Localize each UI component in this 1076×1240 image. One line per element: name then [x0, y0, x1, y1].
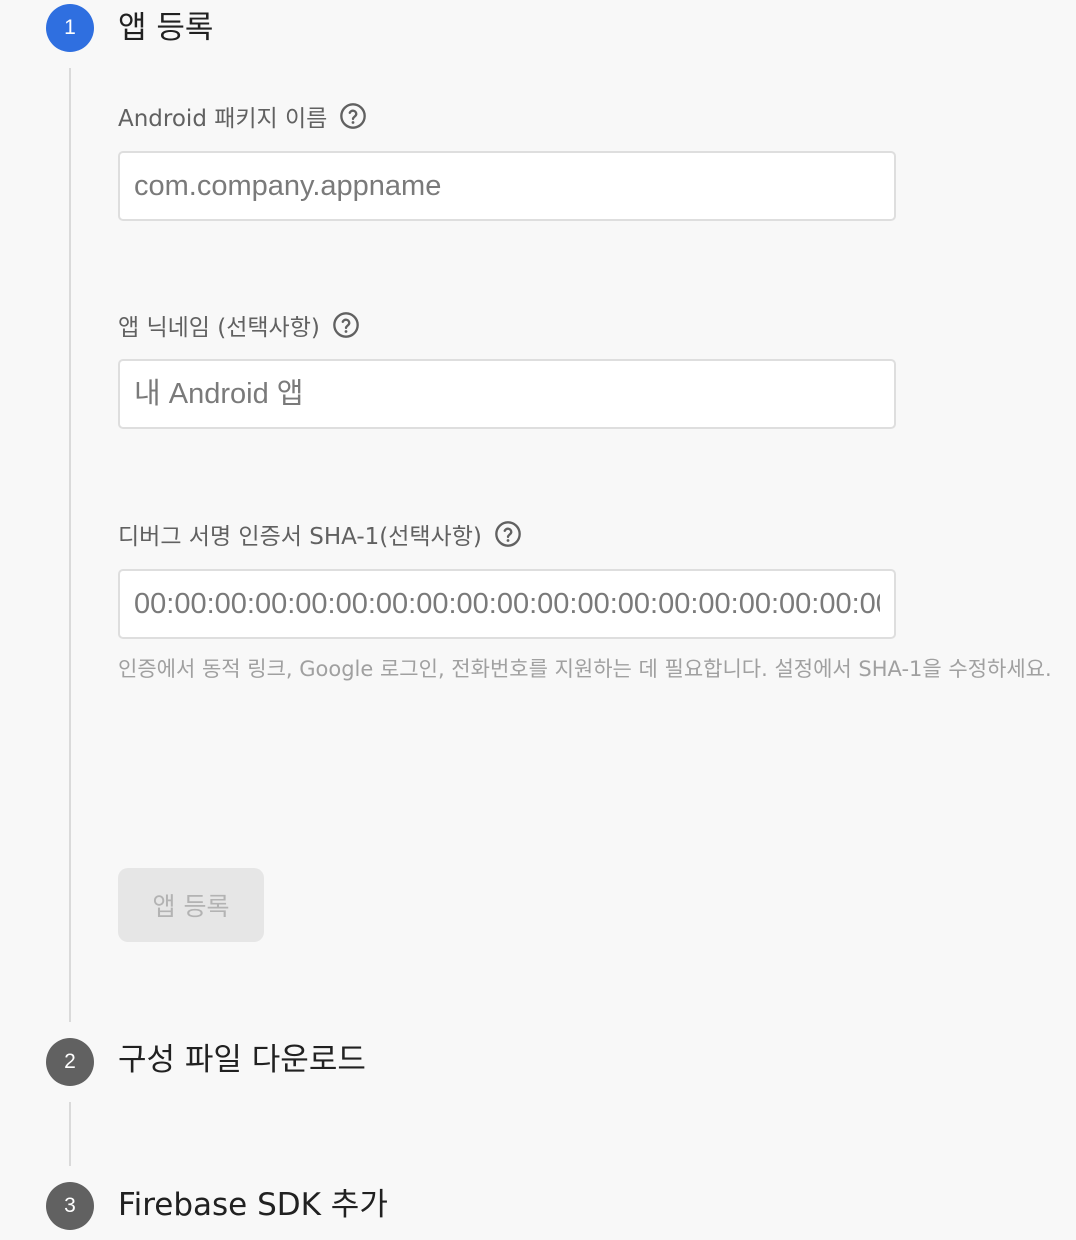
step-2-title[interactable]: 구성 파일 다운로드: [118, 1040, 366, 1080]
help-circle-icon[interactable]: [494, 520, 522, 548]
step-3-title[interactable]: Firebase SDK 추가: [118, 1185, 388, 1225]
sha1-input[interactable]: [118, 569, 896, 639]
sha1-label: 디버그 서명 인증서 SHA-1(선택사항): [118, 518, 522, 550]
step-1-connector: [69, 68, 71, 1022]
step-3-number: 3: [64, 1194, 76, 1217]
help-circle-icon[interactable]: [339, 102, 367, 130]
step-1-indicator: 1: [46, 4, 94, 52]
step-2-connector: [69, 1102, 71, 1166]
step-2-indicator: 2: [46, 1038, 94, 1086]
package-name-input[interactable]: [118, 151, 896, 221]
step-2-number: 2: [64, 1050, 76, 1073]
step-3-indicator: 3: [46, 1182, 94, 1230]
app-nickname-input[interactable]: [118, 359, 896, 429]
register-app-button[interactable]: 앱 등록: [118, 868, 264, 942]
step-1-number: 1: [64, 16, 76, 39]
package-name-label: Android 패키지 이름: [118, 100, 367, 132]
sha1-helper-text: 인증에서 동적 링크, Google 로그인, 전화번호를 지원하는 데 필요합…: [118, 657, 1052, 681]
add-android-app-wizard: 1 앱 등록 Android 패키지 이름 앱 닉네임 (선택사항) 디버그 서…: [0, 0, 1076, 1240]
app-nickname-label: 앱 닉네임 (선택사항): [118, 309, 360, 341]
step-1-title: 앱 등록: [118, 10, 214, 46]
help-circle-icon[interactable]: [332, 311, 360, 339]
